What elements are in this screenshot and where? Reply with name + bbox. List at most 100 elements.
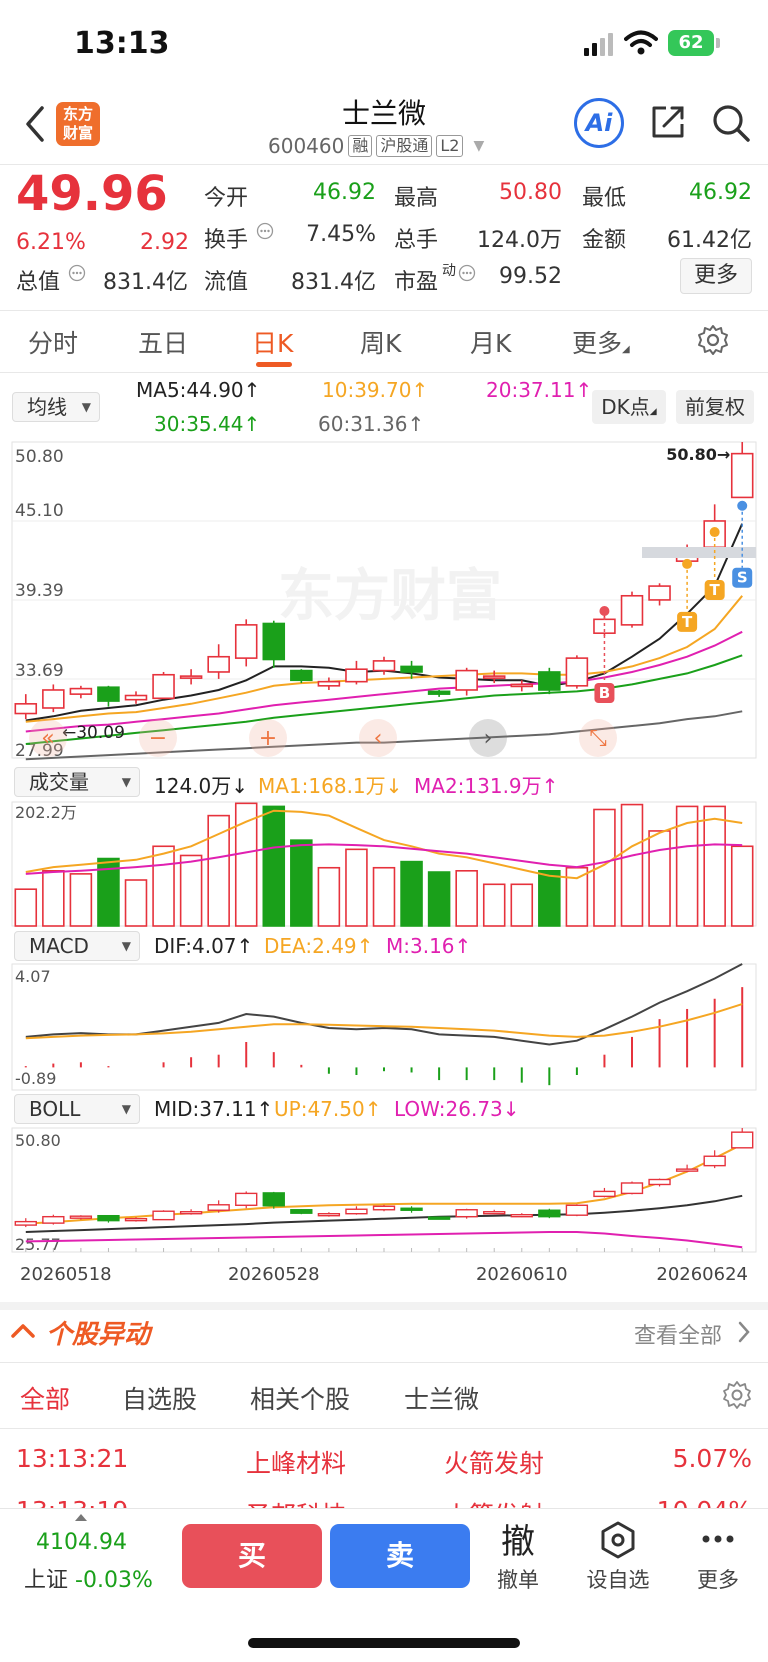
candle-body — [565, 657, 589, 687]
high-price-marker: 50.80→ — [666, 445, 730, 464]
boll-lower-line — [25, 1231, 743, 1249]
index-value[interactable]: 4104.94 — [36, 1530, 127, 1555]
volume-bar — [482, 883, 506, 927]
boll-candle-body — [207, 1204, 230, 1211]
boll-candle-body — [179, 1211, 203, 1215]
filter-watchlist[interactable]: 自选股 — [122, 1380, 197, 1416]
candle-body — [455, 669, 478, 691]
chevron-right-icon[interactable] — [736, 1320, 752, 1344]
add-watchlist-icon[interactable] — [598, 1520, 638, 1560]
more-label[interactable]: 更多 — [686, 1564, 750, 1594]
candle-body — [42, 689, 65, 709]
candle-body — [345, 668, 368, 683]
movers-divider — [0, 1362, 768, 1363]
boll-candle-body — [14, 1220, 37, 1226]
signal-dot — [737, 500, 748, 511]
signal-sell-label: S — [737, 569, 748, 587]
filter-this-stock[interactable]: 士兰微 — [404, 1380, 479, 1416]
view-all-link[interactable]: 查看全部 — [634, 1318, 722, 1350]
date-axis-label: 20260518 — [20, 1264, 112, 1285]
volume-bar — [400, 860, 423, 927]
candle-body — [262, 622, 286, 661]
boll-candle-body — [345, 1208, 368, 1215]
price-axis-label: 50.80 — [15, 447, 64, 467]
date-axis-label: 20260610 — [476, 1264, 568, 1285]
volume-bar — [124, 879, 148, 927]
volume-bar — [648, 830, 671, 927]
sell-zone-band — [642, 547, 756, 558]
boll-candle-body — [593, 1190, 616, 1198]
candle-body — [97, 686, 120, 702]
more-dots-icon[interactable] — [700, 1532, 736, 1546]
sell-button[interactable]: 卖 — [330, 1524, 470, 1588]
candle-body — [317, 680, 341, 687]
boll-candle-body — [317, 1213, 341, 1217]
mover-percent: 5.07% — [672, 1444, 752, 1473]
expand-arrow-icon[interactable] — [74, 1512, 88, 1522]
candle-body — [207, 655, 230, 673]
candle-body — [290, 669, 313, 682]
boll-candle-body — [565, 1204, 589, 1216]
cancel-order-label[interactable]: 撤单 — [486, 1564, 550, 1594]
low-price-marker: ←30.09 — [62, 723, 125, 743]
buy-button[interactable]: 买 — [182, 1524, 322, 1588]
volume-bar — [703, 805, 726, 927]
collapse-chevron-icon[interactable] — [10, 1320, 36, 1340]
add-watchlist-label[interactable]: 设自选 — [578, 1564, 658, 1594]
index-ticker[interactable]: 上证 -0.03% — [24, 1562, 153, 1594]
volume-bar — [69, 873, 93, 927]
price-axis-label: 45.10 — [15, 501, 64, 521]
candle-body — [179, 675, 203, 679]
candle-body — [152, 673, 175, 700]
volume-bar — [675, 805, 699, 927]
watermark-text: 东方财富 — [278, 564, 502, 629]
cancel-order-icon[interactable]: 撤 — [486, 1514, 550, 1563]
boll-candle-body — [42, 1215, 65, 1224]
boll-candle-body — [538, 1209, 561, 1218]
volume-bar — [565, 866, 589, 927]
volume-bar — [538, 870, 561, 927]
candle-body — [510, 683, 534, 688]
boll-candle-body — [620, 1182, 644, 1195]
volume-bar — [179, 854, 203, 927]
candle-body — [538, 671, 561, 691]
mover-stock-name: 上峰材料 — [246, 1449, 347, 1478]
boll-candle-body — [731, 1131, 754, 1149]
candle-body — [69, 687, 93, 695]
volume-bar — [290, 839, 313, 927]
mover-event: 火箭发射 — [444, 1449, 545, 1478]
filter-all[interactable]: 全部 — [20, 1380, 70, 1416]
boll-candle-body — [290, 1209, 313, 1214]
boll-candle-body — [483, 1211, 506, 1215]
boll-candle-body — [97, 1214, 120, 1222]
volume-bar — [317, 866, 341, 927]
boll-candle-body — [372, 1205, 396, 1211]
candle-body — [400, 665, 423, 673]
date-axis-label: 20260528 — [228, 1264, 320, 1285]
volume-bar — [42, 870, 65, 927]
volume-bar — [372, 866, 396, 927]
index-name: 上证 — [24, 1568, 69, 1593]
volume-bar — [207, 814, 230, 927]
boll-axis-max: 50.80 — [15, 1131, 61, 1150]
boll-axis-min: 25.77 — [15, 1235, 61, 1254]
mover-time: 13:13:21 — [16, 1444, 129, 1473]
previous-button-glyph: ‹ — [374, 726, 383, 751]
movers-title: 个股异动 — [46, 1320, 151, 1350]
volume-bar — [345, 848, 368, 927]
candle-body — [482, 675, 506, 679]
volume-bar — [620, 803, 644, 927]
filter-related[interactable]: 相关个股 — [250, 1380, 350, 1416]
candle-body — [372, 660, 396, 672]
volume-bar — [730, 845, 754, 927]
boll-candle-body — [703, 1155, 726, 1167]
zoom-out-button-glyph: − — [149, 726, 167, 751]
volume-bar — [455, 870, 478, 927]
home-indicator — [248, 1638, 520, 1648]
macd-dif-line — [25, 963, 743, 1046]
settings-gear-icon[interactable] — [722, 1380, 752, 1410]
signal-dot — [682, 558, 693, 569]
kline-chart[interactable]: 东方财富50.8045.1039.3933.6927.9950.80→←30.0… — [0, 0, 768, 1300]
date-axis-label: 20260624 — [656, 1264, 748, 1285]
boll-panel-frame — [11, 1127, 757, 1253]
